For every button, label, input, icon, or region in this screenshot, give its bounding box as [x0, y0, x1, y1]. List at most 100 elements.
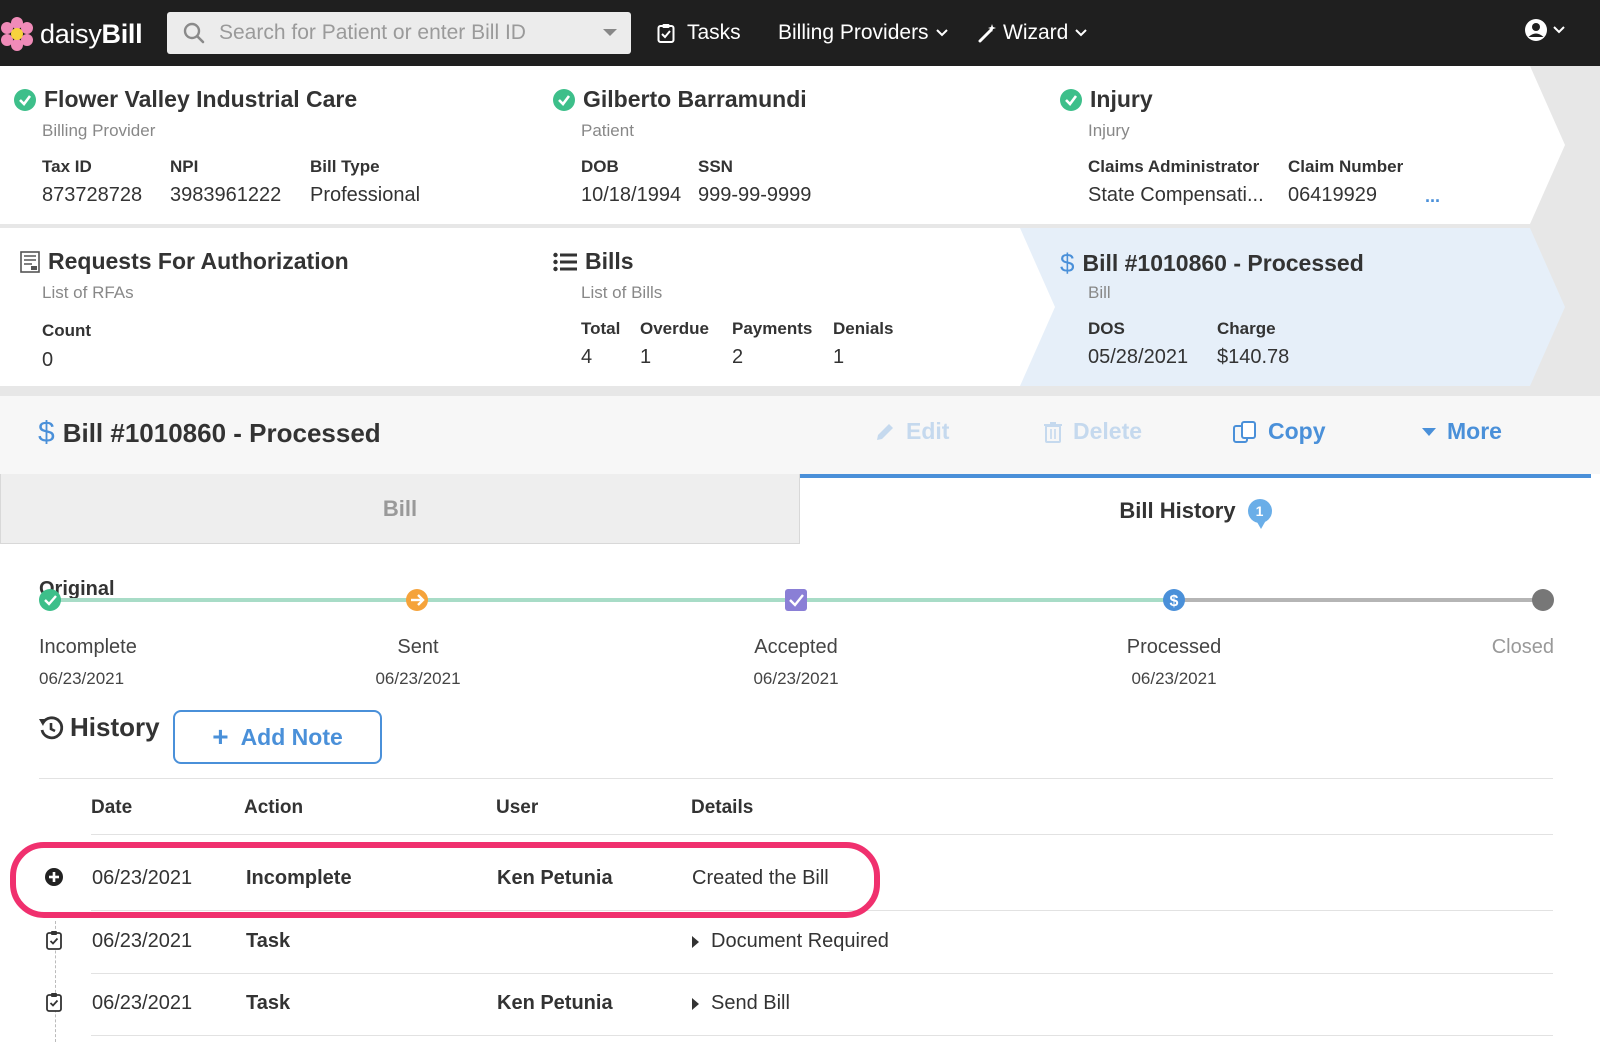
bill-panel: $ Bill #1010860 - Processed Edit Delete … [0, 396, 1600, 1042]
nav-wizard[interactable]: Wizard [977, 18, 1088, 48]
bill-panel-header: $ Bill #1010860 - Processed Edit Delete … [0, 396, 1600, 474]
copy-icon [1233, 420, 1256, 443]
billing-provider-title: Flower Valley Industrial Care [14, 86, 357, 113]
total-label: Total [581, 319, 621, 338]
dos-value: 05/28/2021 [1088, 346, 1189, 368]
denials-label: Denials [833, 319, 894, 338]
rfa-title: Requests For Authorization [20, 248, 349, 275]
plus-icon: + [212, 721, 229, 752]
delete-button[interactable]: Delete [1043, 418, 1142, 445]
claims-administrator-label: Claims Administrator [1088, 157, 1260, 176]
nav-tasks-label: Tasks [687, 21, 741, 44]
billing-provider-card[interactable]: Flower Valley Industrial Care Billing Pr… [0, 66, 550, 224]
brand-name: daisyBill [40, 18, 143, 49]
daisy-flower-icon [1, 17, 33, 51]
payments-label: Payments [732, 319, 813, 338]
search-input[interactable]: Search for Patient or enter Bill ID [167, 12, 631, 54]
injury-title: Injury [1060, 86, 1153, 113]
history-icon [39, 715, 64, 739]
count-label: Count [42, 321, 92, 340]
billing-provider-subtitle: Billing Provider [42, 121, 156, 140]
row-details-toggle[interactable]: Send Bill [692, 992, 790, 1015]
table-row[interactable]: 06/23/2021 Task Document Required [0, 910, 1600, 972]
user-menu-button[interactable] [1524, 18, 1566, 42]
count-value: 0 [42, 349, 54, 371]
dollar-icon: $ [38, 416, 55, 449]
claims-administrator-value: State Compensati... [1088, 184, 1264, 206]
svg-text:$: $ [1170, 593, 1179, 610]
copy-button[interactable]: Copy [1232, 418, 1326, 445]
overdue-label: Overdue [640, 319, 709, 338]
bill-card-subtitle: Bill [1088, 283, 1111, 302]
denials-value: 1 [833, 346, 845, 368]
search-dropdown-caret-icon[interactable] [603, 29, 617, 36]
edit-button[interactable]: Edit [874, 418, 949, 445]
bill-type-value: Professional [310, 184, 421, 206]
search-placeholder: Search for Patient or enter Bill ID [219, 21, 526, 44]
patient-card[interactable]: Gilberto Barramundi Patient DOB SSN 10/1… [513, 66, 1085, 224]
incomplete-status-icon [39, 589, 61, 611]
overdue-value: 1 [640, 346, 652, 368]
tab-bill[interactable]: Bill [0, 474, 800, 544]
row-action: Task [246, 930, 291, 952]
claim-number-label: Claim Number [1288, 157, 1404, 176]
step-accepted: Accepted 06/23/2021 [753, 636, 839, 688]
step-processed: Processed 06/23/2021 [1126, 636, 1222, 688]
clipboard-check-icon [657, 24, 675, 43]
chevron-down-icon [1553, 26, 1565, 34]
closed-status-icon [1532, 589, 1554, 611]
bill-card-active[interactable]: $ Bill #1010860 - Processed Bill DOS Cha… [1020, 228, 1565, 386]
pencil-icon [877, 423, 893, 440]
clipboard-check-icon [44, 992, 64, 1017]
daisybill-logo[interactable]: daisyBill [0, 14, 143, 54]
sent-status-icon [406, 589, 428, 611]
caret-right-icon [692, 997, 699, 1010]
row-details-toggle[interactable]: Document Required [692, 930, 889, 953]
rfa-card[interactable]: Requests For Authorization List of RFAs … [0, 228, 550, 386]
bill-tabs: Bill Bill History 1 [0, 474, 1600, 544]
search-icon [183, 22, 205, 44]
bill-card-title: $ Bill #1010860 - Processed [1060, 248, 1364, 278]
row-date: 06/23/2021 [92, 930, 193, 952]
column-header-details: Details [691, 797, 754, 818]
page-title: $ Bill #1010860 - Processed [38, 416, 381, 449]
status-timeline: $ [39, 589, 1554, 611]
injury-card[interactable]: Injury Injury Claims Administrator Claim… [1020, 66, 1565, 224]
user-circle-icon [1525, 19, 1547, 41]
divider [91, 834, 1553, 835]
patient-subtitle: Patient [581, 121, 634, 140]
divider [39, 778, 1553, 779]
row-date: 06/23/2021 [92, 992, 193, 1014]
more-dropdown-button[interactable]: More [1421, 418, 1502, 445]
npi-label: NPI [170, 157, 199, 176]
history-count-badge: 1 [1247, 499, 1272, 529]
caret-down-icon [1422, 427, 1436, 436]
magic-wand-icon [978, 24, 996, 43]
table-row[interactable]: 06/23/2021 Task Ken Petunia Send Bill [0, 972, 1600, 1034]
tab-bill-history[interactable]: Bill History 1 [800, 474, 1591, 544]
injury-more-link[interactable]: ... [1425, 186, 1440, 207]
charge-value: $140.78 [1217, 346, 1290, 368]
claim-number-value: 06419929 [1288, 184, 1377, 206]
bills-subtitle: List of Bills [581, 283, 663, 302]
row-user: Ken Petunia [497, 992, 613, 1014]
nav-tasks[interactable]: Tasks [657, 18, 741, 48]
rfa-document-icon [20, 250, 40, 273]
dos-label: DOS [1088, 319, 1125, 338]
check-circle-icon [553, 88, 575, 111]
chevron-down-icon [935, 29, 948, 37]
bills-card[interactable]: Bills List of Bills Total Overdue Paymen… [513, 228, 1085, 386]
processed-status-icon: $ [1163, 589, 1185, 611]
clipboard-check-icon [44, 930, 64, 955]
breadcrumb-cards: Flower Valley Industrial Care Billing Pr… [0, 66, 1600, 396]
tax-id-value: 873728728 [42, 184, 143, 206]
top-nav-bar: daisyBill Search for Patient or enter Bi… [0, 0, 1600, 66]
rfa-subtitle: List of RFAs [42, 283, 134, 302]
dob-label: DOB [581, 157, 619, 176]
nav-billing-providers[interactable]: Billing Providers [778, 18, 949, 48]
add-note-button[interactable]: + Add Note [173, 710, 382, 764]
divider [91, 1035, 1553, 1036]
bill-type-label: Bill Type [310, 157, 380, 176]
payments-value: 2 [732, 346, 744, 368]
ssn-value: 999-99-9999 [698, 184, 812, 206]
